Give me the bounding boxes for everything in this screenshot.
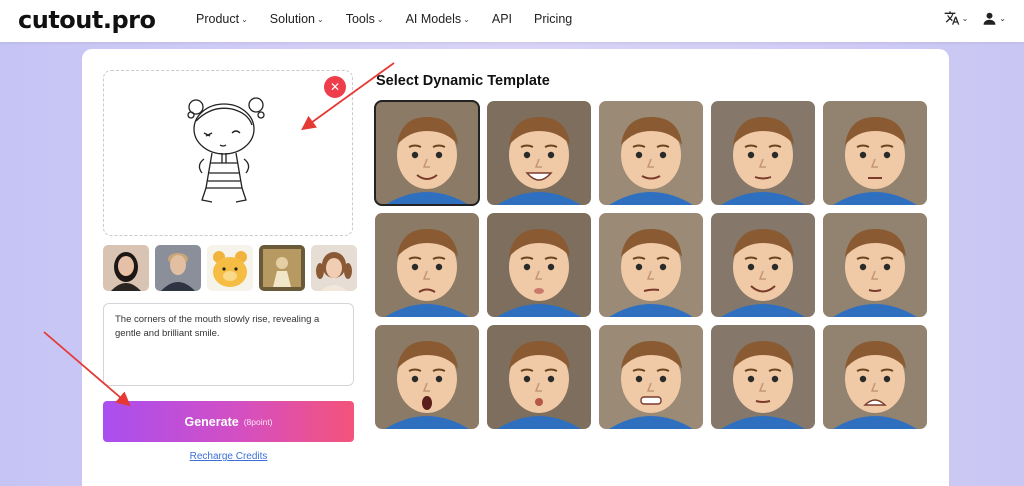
sample-thumb-vintage-girl[interactable] (259, 245, 305, 291)
template-neutral-smile[interactable] (711, 101, 815, 205)
chevron-down-icon: ⌄ (961, 13, 969, 23)
chevron-down-icon: ⌄ (316, 14, 324, 24)
translate-icon (944, 11, 959, 25)
template-kiss-pout[interactable] (487, 325, 591, 429)
chevron-down-icon: ⌄ (463, 14, 470, 24)
nav-ai-models-label: AI Models (405, 12, 462, 26)
generate-label: Generate (184, 414, 239, 429)
nav-product[interactable]: Product ⌄ (196, 12, 248, 26)
template-smile-closed[interactable] (374, 100, 480, 206)
generate-button[interactable]: Generate (8point) (103, 401, 354, 442)
nav-api-label: API (491, 12, 513, 26)
main-card: ✕ The corners of the mouth slowly rise, … (82, 49, 949, 486)
close-icon: ✕ (329, 80, 341, 94)
nav-tools[interactable]: Tools ⌄ (346, 12, 384, 26)
top-navbar: cutout.pro Product ⌄ Solution ⌄ Tools ⌄ AI … (0, 0, 1024, 42)
template-frown[interactable] (375, 213, 479, 317)
nav-product-label: Product (196, 12, 240, 26)
main-nav: Product ⌄ Solution ⌄ Tools ⌄ AI Models ⌄ API… (196, 12, 594, 26)
remove-image-button[interactable]: ✕ (324, 76, 346, 98)
generate-points: (8point) (243, 416, 273, 427)
user-icon (983, 12, 996, 25)
sample-thumb-pigtail-girl[interactable] (311, 245, 357, 291)
template-soft-smile[interactable] (599, 101, 703, 205)
nav-solution[interactable]: Solution ⌄ (270, 12, 324, 26)
template-surprised-o[interactable] (375, 325, 479, 429)
nav-solution-label: Solution (269, 12, 315, 26)
uploaded-sketch-image (187, 97, 265, 203)
template-skeptical[interactable] (599, 213, 703, 317)
sample-thumb-man[interactable] (155, 245, 201, 291)
chevron-down-icon: ⌄ (241, 14, 248, 24)
sample-thumb-woman[interactable] (103, 245, 149, 291)
nav-pricing[interactable]: Pricing (534, 12, 572, 26)
recharge-credits-link[interactable]: Recharge Credits (103, 451, 354, 462)
sample-thumbnails (103, 245, 363, 291)
prompt-textarea[interactable]: The corners of the mouth slowly rise, re… (103, 303, 354, 386)
template-neutral[interactable] (823, 101, 927, 205)
template-squint-grin[interactable] (711, 213, 815, 317)
template-crying[interactable] (823, 325, 927, 429)
nav-ai-models[interactable]: AI Models ⌄ (406, 12, 470, 26)
template-section-title: Select Dynamic Template (376, 73, 550, 89)
chevron-down-icon: ⌄ (999, 13, 1006, 23)
template-gritted-grin[interactable] (599, 325, 703, 429)
site-logo[interactable]: cutout.pro (18, 6, 156, 34)
nav-api[interactable]: API (492, 12, 512, 26)
nav-pricing-label: Pricing (534, 12, 573, 26)
template-pout-sad[interactable] (487, 213, 591, 317)
upload-preview[interactable] (103, 70, 353, 236)
header-actions: ⌄ ⌄ (930, 10, 1006, 26)
nav-tools-label: Tools (345, 12, 375, 26)
sample-thumb-bear[interactable] (207, 245, 253, 291)
template-side-glance[interactable] (823, 213, 927, 317)
language-selector[interactable]: ⌄ (944, 10, 969, 26)
template-big-grin[interactable] (487, 101, 591, 205)
chevron-down-icon: ⌄ (376, 14, 384, 24)
template-calm[interactable] (711, 325, 815, 429)
account-menu[interactable]: ⌄ (982, 11, 1006, 26)
